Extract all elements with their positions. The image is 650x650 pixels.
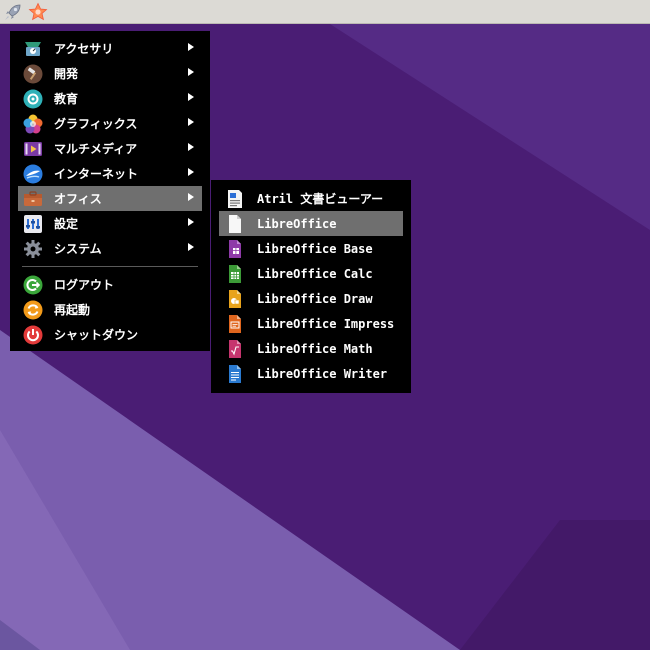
menu-category-label: オフィス [54,192,102,206]
menu-category-label: インターネット [54,167,139,181]
menu-category-label: 開発 [54,67,79,81]
settings-icon [23,214,43,234]
submenu-item-libreoffice-writer[interactable]: LibreOffice Writer [219,361,403,386]
menu-category-system[interactable]: システム [18,236,202,261]
menu-separator [22,266,198,267]
internet-icon [23,164,43,184]
submenu-item-label: LibreOffice Writer [257,366,388,381]
rocket-icon [5,4,21,20]
top-panel [0,0,650,24]
menu-category-settings[interactable]: 設定 [18,211,202,236]
submenu-item-libreoffice-calc[interactable]: LibreOffice Calc [219,261,403,286]
hammer-icon [23,64,43,84]
submenu-item-label: LibreOffice Draw [257,291,373,306]
submenu-item-label: LibreOffice Impress [257,316,395,331]
submenu-item-libreoffice-math[interactable]: LibreOffice Math [219,336,403,361]
submenu-arrow-icon [188,193,194,201]
submenu-item-libreoffice-draw[interactable]: LibreOffice Draw [219,286,403,311]
menu-category-label: グラフィックス [54,117,138,131]
menu-category-label: マルチメディア [54,142,138,156]
libreoffice-base-icon [225,239,245,259]
multimedia-icon [23,139,43,159]
submenu-item-label: LibreOffice Math [257,341,373,356]
menu-item-label: ログアウト [54,278,115,292]
submenu-item-libreoffice[interactable]: LibreOffice [219,211,403,236]
menu-category-office[interactable]: オフィス [18,186,202,211]
app-menu-button[interactable] [1,0,25,24]
menu-category-graphics[interactable]: グラフィックス [18,111,202,136]
menu-category-internet[interactable]: インターネット [18,161,202,186]
submenu-arrow-icon [188,168,194,176]
document-viewer-icon [225,189,245,209]
submenu-item-libreoffice-base[interactable]: LibreOffice Base [219,236,403,261]
submenu-arrow-icon [188,218,194,226]
libreoffice-draw-icon [225,289,245,309]
menu-category-label: システム [54,242,102,256]
submenu-arrow-icon [188,243,194,251]
menu-item-logout[interactable]: ログアウト [18,272,202,297]
menu-category-label: 設定 [54,217,79,231]
submenu-arrow-icon [188,118,194,126]
graphics-icon [23,114,43,134]
menu-item-label: 再起動 [54,303,91,317]
submenu-item-libreoffice-impress[interactable]: LibreOffice Impress [219,311,403,336]
menu-category-label: 教育 [54,92,79,106]
office-submenu: Atril 文書ビューアー LibreOffice LibreOffice Ba… [211,180,411,393]
accessories-icon [23,39,43,59]
menu-category-education[interactable]: 教育 [18,86,202,111]
libreoffice-impress-icon [225,314,245,334]
restart-icon [23,300,43,320]
menu-item-label: シャットダウン [54,328,139,342]
submenu-item-label: LibreOffice [257,216,337,231]
gear-icon [23,239,43,259]
libreoffice-math-icon [225,339,245,359]
submenu-arrow-icon [188,93,194,101]
menu-category-label: アクセサリ [54,42,114,56]
submenu-item-label: Atril 文書ビューアー [257,192,384,206]
libreoffice-writer-icon [225,364,245,384]
menu-category-accessories[interactable]: アクセサリ [18,36,202,61]
menu-category-multimedia[interactable]: マルチメディア [18,136,202,161]
submenu-item-atril[interactable]: Atril 文書ビューアー [219,186,403,211]
menu-category-development[interactable]: 開発 [18,61,202,86]
submenu-item-label: LibreOffice Calc [257,266,373,281]
submenu-arrow-icon [188,68,194,76]
libreoffice-icon [225,214,245,234]
star-icon [28,2,48,21]
office-icon [23,189,43,209]
libreoffice-calc-icon [225,264,245,284]
submenu-item-label: LibreOffice Base [257,241,373,256]
favorites-button[interactable] [26,0,50,24]
power-icon [23,325,43,345]
logout-icon [23,275,43,295]
menu-item-shutdown[interactable]: シャットダウン [18,322,202,347]
education-icon [23,89,43,109]
submenu-arrow-icon [188,43,194,51]
application-menu: アクセサリ 開発 教育 グラフィックス マルチメディア インターネット オフィス… [10,31,210,351]
menu-item-restart[interactable]: 再起動 [18,297,202,322]
submenu-arrow-icon [188,143,194,151]
